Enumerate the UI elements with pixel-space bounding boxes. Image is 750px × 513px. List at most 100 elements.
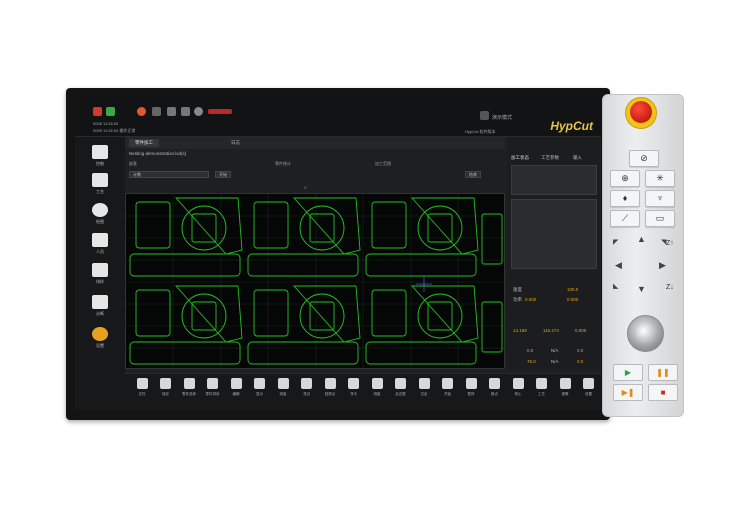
toolbar-button-13[interactable]: 开始 (439, 378, 457, 406)
mode-label: 演示模式 (492, 115, 513, 121)
toolbar-label: 设置 (585, 392, 592, 396)
start-button[interactable]: 开始 (215, 171, 231, 178)
toolbar-label: 开始 (444, 392, 451, 396)
sidebar-item-process[interactable]: 工艺 (89, 173, 111, 199)
toolbar-button-4[interactable]: 编辑 (227, 378, 245, 406)
process-range-select[interactable]: 计数 (129, 171, 209, 178)
beam-icon: ⟋ (621, 213, 629, 223)
mode-buttons[interactable] (511, 165, 597, 195)
part-outline (253, 201, 289, 249)
part-outline (365, 253, 477, 277)
sidebar-item-diagnose[interactable]: 诊断 (89, 295, 111, 321)
sidebar-item-settings[interactable]: 设置 (89, 327, 111, 353)
toolbar-button-18[interactable]: 报警 (556, 378, 574, 406)
arrow-left-icon[interactable]: ◀ (615, 260, 622, 271)
frame-key[interactable]: ▭ (645, 210, 675, 227)
z-down-button[interactable]: Z↓ (666, 284, 674, 291)
power-label: 功率 (513, 297, 522, 302)
arrow-right-icon[interactable]: ▶ (659, 260, 666, 271)
beam-key[interactable]: ⟋ (610, 210, 640, 227)
sidebar-item-draw[interactable]: 绘图 (89, 203, 111, 229)
panel-header-status[interactable]: 加工状态 (511, 155, 529, 161)
toolbar-button-19[interactable]: 设置 (580, 378, 598, 406)
arrow-up-left-icon[interactable]: ◤ (613, 238, 618, 246)
arrow-down-icon[interactable]: ▼ (637, 284, 646, 294)
value-f: 0.0 (577, 359, 584, 364)
alarm-icon[interactable] (137, 107, 146, 116)
laser-icon: ⊘ (640, 153, 648, 163)
probe-icon[interactable] (167, 107, 176, 116)
toolbar-label: 零件选择 (182, 392, 196, 396)
gas-key[interactable]: ♆ (645, 190, 675, 207)
toolbar-label: 测量 (279, 392, 287, 396)
toolbar-button-0[interactable]: 文件 (133, 378, 151, 406)
control-grid[interactable] (511, 199, 597, 269)
toolbar-button-14[interactable]: 暂停 (462, 378, 480, 406)
sidebar-item-label: 诊断 (96, 311, 104, 316)
stop-cycle-button[interactable]: ■ (648, 384, 678, 401)
arrow-up-icon[interactable]: ▲ (637, 234, 646, 244)
target-key[interactable]: ⊕ (610, 170, 640, 187)
tab-log[interactable]: 日志 (225, 139, 246, 147)
value-e: N/A (551, 359, 559, 364)
panel-header-params[interactable]: 工艺参数 (541, 155, 559, 161)
value-b: N/A (551, 348, 559, 353)
value-a: 0.0 (527, 348, 534, 353)
power-icon[interactable] (194, 107, 203, 116)
sidebar-item-control[interactable]: 控制 (89, 145, 111, 171)
users-icon (92, 233, 108, 247)
toolbar-button-16[interactable]: 停止 (509, 378, 527, 406)
sidebar-item-label: 工艺 (96, 189, 104, 194)
toolbar-label: 报警 (561, 392, 569, 396)
sidebar-item-label: 控制 (96, 161, 104, 166)
toolbar-button-17[interactable]: 工艺 (533, 378, 551, 406)
z-up-button[interactable]: Z↑ (666, 240, 674, 247)
toolbar-icon (418, 378, 430, 389)
toolbar-label: 显示 (256, 392, 263, 396)
nozzle-key[interactable]: ♦ (610, 190, 640, 207)
pause-cycle-button[interactable]: ❚❚ (648, 364, 678, 381)
cutting-canvas[interactable]: X (125, 185, 506, 370)
sidebar-item-users[interactable]: 人员 (89, 233, 111, 259)
toolbar-button-1[interactable]: 保存 (157, 378, 175, 406)
light-key[interactable]: ✳ (645, 170, 675, 187)
sidebar-item-label: 设置 (96, 343, 104, 348)
toolbar-button-7[interactable]: 寻边 (298, 378, 316, 406)
record-icon[interactable] (93, 107, 102, 116)
emergency-stop-button[interactable] (630, 101, 652, 123)
power-value-2: 0.000 (567, 297, 579, 302)
download-icon[interactable] (152, 107, 161, 116)
toolbar-button-5[interactable]: 显示 (251, 378, 269, 406)
laser-key[interactable]: ⊘ (629, 150, 659, 167)
toolbar-button-15[interactable]: 断点 (486, 378, 504, 406)
toolbar-button-8[interactable]: 回原点 (321, 378, 339, 406)
sidebar-item-label: 人员 (96, 249, 104, 254)
value-d: 75.0 (527, 359, 536, 364)
tab-part-processing[interactable]: 零件加工 (129, 139, 159, 147)
toolbar-button-2[interactable]: 零件选择 (180, 378, 198, 406)
light-icon: ✳ (656, 173, 664, 183)
toolbar-label: 断点 (491, 392, 498, 396)
right-panel: 加工状态 工艺参数 输入 速度 100.0 功率 0.000 0.000 14.… (507, 137, 601, 369)
toolbar-label: 测量 (373, 392, 381, 396)
toolbar-button-6[interactable]: 测量 (274, 378, 292, 406)
panel-header-input[interactable]: 输入 (573, 155, 582, 161)
end-button[interactable]: 结束 (465, 171, 481, 178)
toolbar-button-12[interactable]: 空走 (415, 378, 433, 406)
upload-icon[interactable] (181, 107, 190, 116)
toolbar-button-10[interactable]: 测量 (368, 378, 386, 406)
coord-z: 0.000 (575, 328, 587, 333)
arrow-down-left-icon[interactable]: ◣ (613, 282, 618, 290)
network-icon[interactable] (106, 107, 115, 116)
resume-button[interactable]: ▶❚ (613, 384, 643, 401)
toolbar-label: 停止 (514, 392, 522, 396)
sidebar-item-nesting[interactable]: 排样 (89, 263, 111, 289)
start-cycle-button[interactable]: ▶ (613, 364, 643, 381)
toolbar-label: 编辑 (232, 392, 240, 396)
toolbar-button-9[interactable]: 寻中 (345, 378, 363, 406)
toolbar-label: 走边框 (395, 392, 406, 396)
toolbar-button-3[interactable]: 零件排序 (204, 378, 222, 406)
tab-strip: 零件加工 日志 (125, 137, 505, 149)
toolbar-icon (583, 378, 594, 389)
toolbar-button-11[interactable]: 走边框 (392, 378, 410, 406)
